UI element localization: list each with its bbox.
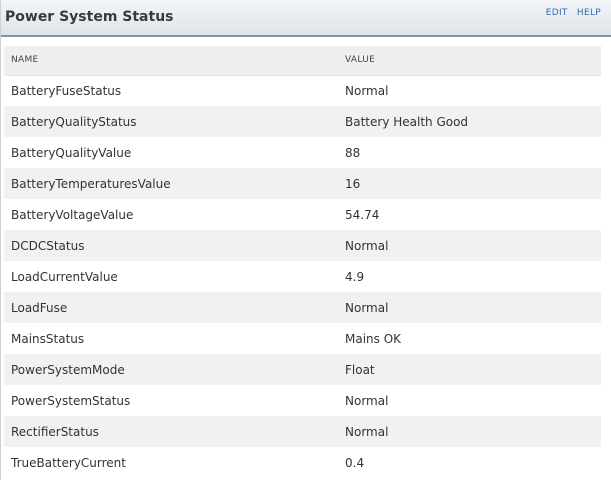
table-row: PowerSystemMode Float bbox=[4, 354, 601, 385]
column-header-name: NAME bbox=[4, 46, 338, 76]
panel-header: Power System Status EDIT HELP bbox=[1, 0, 611, 37]
row-value: Normal bbox=[338, 75, 601, 106]
column-header-value: VALUE bbox=[338, 46, 601, 76]
row-name: BatteryQualityStatus bbox=[4, 106, 338, 137]
table-row: RectifierStatus Normal bbox=[4, 416, 601, 447]
row-value: 16 bbox=[338, 168, 601, 199]
header-links: EDIT HELP bbox=[540, 8, 601, 18]
table-row: TrueBatteryCurrent 0.4 bbox=[4, 447, 601, 478]
power-system-status-panel: Power System Status EDIT HELP NAME VALUE… bbox=[0, 0, 611, 480]
table-row: LoadCurrentValue 4.9 bbox=[4, 261, 601, 292]
edit-link[interactable]: EDIT bbox=[546, 8, 568, 18]
row-value: Float bbox=[338, 354, 601, 385]
row-value: 54.74 bbox=[338, 199, 601, 230]
table-row: BatteryFuseStatus Normal bbox=[4, 75, 601, 106]
status-table: NAME VALUE BatteryFuseStatus Normal Batt… bbox=[4, 46, 601, 478]
table-row: LoadFuse Normal bbox=[4, 292, 601, 323]
row-name: TrueBatteryCurrent bbox=[4, 447, 338, 478]
row-value: Battery Health Good bbox=[338, 106, 601, 137]
row-value: Normal bbox=[338, 385, 601, 416]
row-name: LoadCurrentValue bbox=[4, 261, 338, 292]
page-title: Power System Status bbox=[5, 9, 174, 25]
row-name: BatteryTemperaturesValue bbox=[4, 168, 338, 199]
row-value: Normal bbox=[338, 416, 601, 447]
table-row: BatteryQualityStatus Battery Health Good bbox=[4, 106, 601, 137]
row-name: BatteryVoltageValue bbox=[4, 199, 338, 230]
row-name: RectifierStatus bbox=[4, 416, 338, 447]
help-link[interactable]: HELP bbox=[577, 8, 601, 18]
row-name: DCDCStatus bbox=[4, 230, 338, 261]
row-name: PowerSystemStatus bbox=[4, 385, 338, 416]
row-name: BatteryFuseStatus bbox=[4, 75, 338, 106]
row-name: BatteryQualityValue bbox=[4, 137, 338, 168]
table-row: PowerSystemStatus Normal bbox=[4, 385, 601, 416]
table-row: DCDCStatus Normal bbox=[4, 230, 601, 261]
row-value: 0.4 bbox=[338, 447, 601, 478]
row-name: PowerSystemMode bbox=[4, 354, 338, 385]
status-table-wrapper: NAME VALUE BatteryFuseStatus Normal Batt… bbox=[4, 46, 601, 478]
table-row: BatteryQualityValue 88 bbox=[4, 137, 601, 168]
row-value: 4.9 bbox=[338, 261, 601, 292]
row-value: Mains OK bbox=[338, 323, 601, 354]
row-value: Normal bbox=[338, 230, 601, 261]
table-row: MainsStatus Mains OK bbox=[4, 323, 601, 354]
row-name: LoadFuse bbox=[4, 292, 338, 323]
table-row: BatteryVoltageValue 54.74 bbox=[4, 199, 601, 230]
table-header-row: NAME VALUE bbox=[4, 46, 601, 76]
row-name: MainsStatus bbox=[4, 323, 338, 354]
table-row: BatteryTemperaturesValue 16 bbox=[4, 168, 601, 199]
row-value: 88 bbox=[338, 137, 601, 168]
row-value: Normal bbox=[338, 292, 601, 323]
